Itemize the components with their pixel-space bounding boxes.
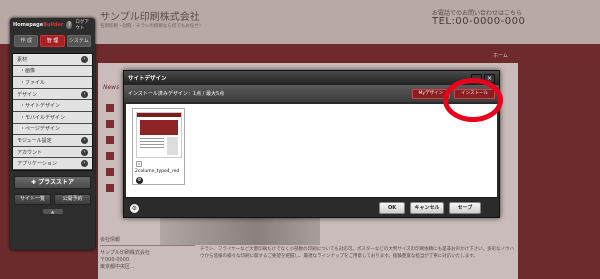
highlight-circle-annotation (443, 78, 503, 122)
site-news-heading: News (103, 84, 120, 91)
save-button[interactable]: セーブ (449, 202, 481, 214)
site-tagline: 名刺印刷・封筒・チラシの印刷なら何でもお任せ！ (100, 24, 204, 29)
chevron-right-icon: › (81, 90, 88, 98)
news-bullet-icon (106, 152, 114, 160)
company-postal: 〒000-0000 (100, 257, 130, 263)
cancel-button[interactable]: キャンセル (410, 202, 444, 214)
preview-icon[interactable]: ▫ (136, 161, 142, 167)
site-phone: TEL:00-0000-000 (432, 16, 526, 27)
company-heading: 会社情報 (100, 236, 195, 246)
site-list-button[interactable]: サイト一覧 (14, 193, 51, 205)
site-body-text: チラシ、フライヤーなど大量印刷だけでなく小部数の印刷についても対応可。ポスターな… (200, 247, 515, 259)
tab-system[interactable]: システム (66, 35, 91, 47)
installed-count: インストール済みデザイン：1点 / 最大5点 (128, 91, 225, 97)
company-info: 会社情報 サンプル印刷株式会社 〒000-0000 東京都中央区... (100, 236, 195, 271)
menu-item-page-design[interactable]: ・ページデザイン (13, 123, 92, 136)
company-address: 東京都中央区... (100, 264, 135, 270)
chevron-right-icon: › (81, 160, 88, 168)
site-design-dialog: サイトデザイン _ × インストール済みデザイン：1点 / 最大5点 Myデザイ… (123, 70, 500, 218)
menu-item-account[interactable]: アカウント › (13, 146, 92, 159)
admin-menu: 素材 › ・画像 ・ファイル デザイン › ・サイトデザイン ・モバイルデザイン ・… (12, 53, 93, 171)
menu-item-design[interactable]: デザイン › (13, 88, 92, 101)
news-bullet-icon (106, 184, 114, 192)
news-bullet-icon (106, 168, 114, 176)
chevron-right-icon: › (81, 136, 88, 144)
admin-header: HomepageBuilder ? ログアウト (10, 18, 95, 32)
tab-create[interactable]: 作 成 (14, 35, 39, 47)
ok-button[interactable]: OK (379, 202, 405, 214)
design-list: ▫ 2column_type4_red ⚙ (126, 104, 497, 198)
tab-manage[interactable]: 管 理 (40, 35, 65, 47)
menu-item-site-design[interactable]: ・サイトデザイン (13, 100, 92, 112)
menu-item-images[interactable]: ・画像 (13, 65, 92, 78)
menu-item-mobile-design[interactable]: ・モバイルデザイン (13, 111, 92, 124)
news-bullet-icon (106, 136, 114, 144)
menu-item-module-settings[interactable]: モジュール設定 › (13, 135, 92, 147)
collapse-icon[interactable]: ▲ (42, 208, 63, 214)
design-name: 2column_type4_red (135, 169, 180, 174)
help-icon[interactable]: ? (66, 21, 73, 29)
menu-item-materials[interactable]: 素材 › (13, 54, 92, 66)
company-name: サンプル印刷株式会社 (100, 250, 150, 256)
design-card[interactable]: ▫ 2column_type4_red ⚙ (132, 108, 185, 185)
admin-panel: HomepageBuilder ? ログアウト 作 成 管 理 システム 素材 ›… (10, 18, 95, 250)
menu-item-applications[interactable]: アプリケーション › (13, 158, 92, 170)
news-bullet-icon (106, 120, 114, 128)
gear-icon[interactable]: ⚙ (136, 177, 143, 184)
admin-tabs: 作 成 管 理 システム (10, 32, 95, 50)
logout-link[interactable]: ログアウト (75, 19, 92, 31)
dialog-footer: ⚙ OK キャンセル セーブ (124, 197, 499, 217)
plus-store-button[interactable]: ✚ プラスストア (14, 175, 91, 189)
menu-item-files[interactable]: ・ファイル (13, 77, 92, 89)
dialog-title: サイトデザイン (128, 76, 167, 82)
news-bullet-icon (106, 104, 114, 112)
admin-logo: HomepageBuilder (13, 22, 64, 28)
publish-schedule-button[interactable]: 公開予約 (54, 193, 91, 205)
site-right-column (518, 63, 600, 279)
site-title: サンプル印刷株式会社 (100, 12, 200, 23)
admin-bottom-buttons: サイト一覧 公開予約 (14, 193, 91, 205)
chevron-right-icon: › (81, 148, 88, 156)
dialog-titlebar: サイトデザイン _ × (124, 71, 499, 85)
design-thumbnail (136, 112, 182, 158)
settings-gear-icon[interactable]: ⚙ (130, 204, 139, 213)
site-nav-home: ホーム (493, 53, 508, 59)
chevron-right-icon: › (81, 55, 88, 63)
